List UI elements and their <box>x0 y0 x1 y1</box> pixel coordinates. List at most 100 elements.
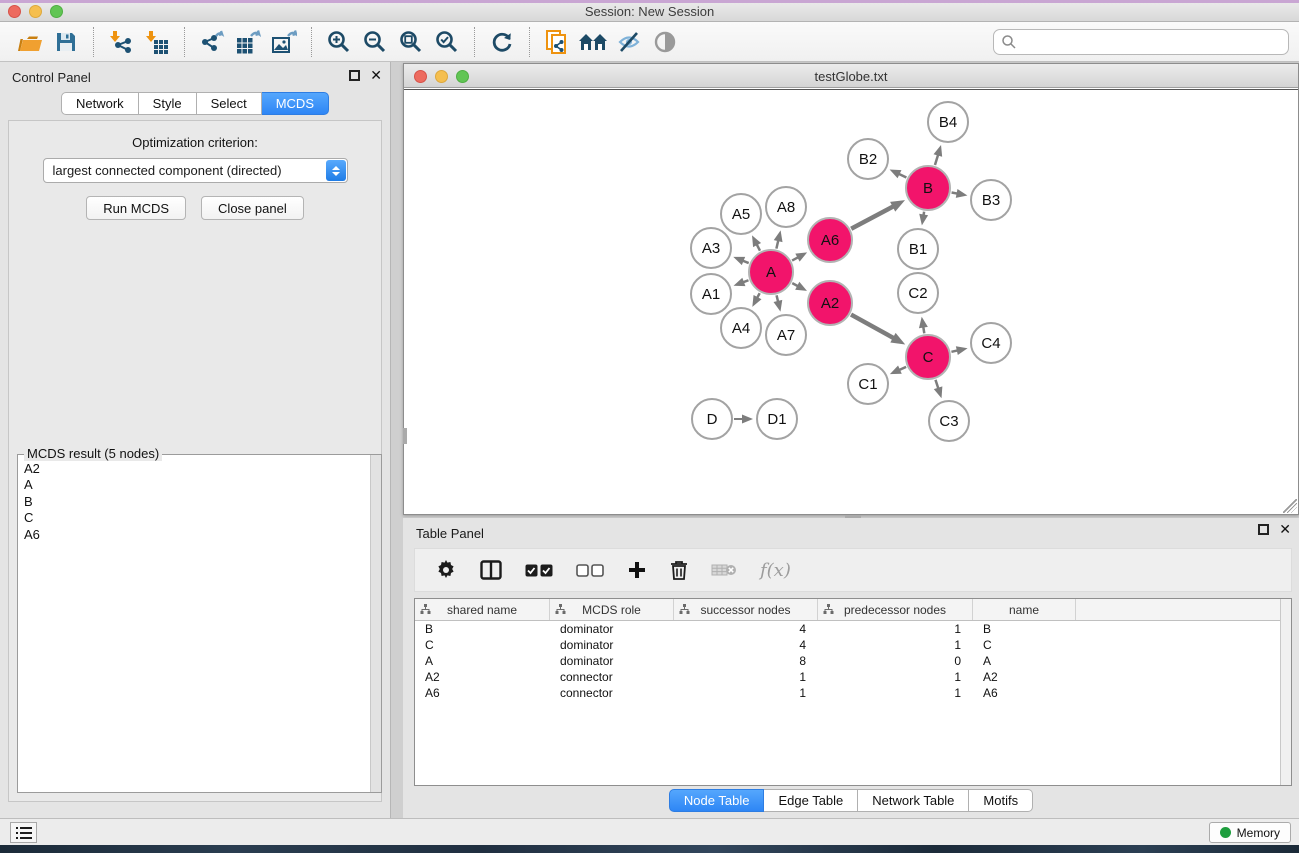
zoom-fit-icon[interactable] <box>393 26 429 58</box>
zoom-out-icon[interactable] <box>357 26 393 58</box>
main-toolbar <box>0 22 1299 62</box>
table-cell: 1 <box>674 685 818 701</box>
graph-node-B[interactable]: B <box>905 165 951 211</box>
control-panel-title: Control Panel <box>12 70 91 85</box>
graph-node-A8[interactable]: A8 <box>765 186 807 228</box>
result-item[interactable]: A2 <box>24 461 369 477</box>
zoom-in-icon[interactable] <box>321 26 357 58</box>
graph-node-A7[interactable]: A7 <box>765 314 807 356</box>
select-all-icon[interactable] <box>525 555 553 585</box>
table-row[interactable]: A6connector11A6 <box>415 685 1291 701</box>
desktop-background-strip <box>0 845 1299 853</box>
control-panel-tabs: NetworkStyleSelectMCDS <box>0 92 390 115</box>
table-row[interactable]: Cdominator41C <box>415 637 1291 653</box>
add-column-icon[interactable] <box>627 555 647 585</box>
table-row[interactable]: Adominator80A <box>415 653 1291 669</box>
graph-node-B4[interactable]: B4 <box>927 101 969 143</box>
function-builder-icon[interactable]: f(x) <box>760 555 791 585</box>
home-icon[interactable] <box>575 26 611 58</box>
column-header-name[interactable]: name <box>973 599 1076 620</box>
table-row[interactable]: A2connector11A2 <box>415 669 1291 685</box>
hide-details-icon[interactable] <box>611 26 647 58</box>
graph-node-A5[interactable]: A5 <box>720 193 762 235</box>
tab-style[interactable]: Style <box>139 92 197 115</box>
table-cell: dominator <box>550 637 674 653</box>
result-item[interactable]: A6 <box>24 527 369 543</box>
application-window: Session: New Session <box>0 0 1299 853</box>
graph-node-C1[interactable]: C1 <box>847 363 889 405</box>
delete-table-icon[interactable] <box>711 555 737 585</box>
tab-mcds[interactable]: MCDS <box>262 92 329 115</box>
criterion-select[interactable]: largest connected component (directed) <box>43 158 348 183</box>
result-item[interactable]: A <box>24 477 369 493</box>
select-stepper-icon <box>326 160 346 181</box>
export-image-icon[interactable] <box>266 26 302 58</box>
export-table-icon[interactable] <box>230 26 266 58</box>
result-item[interactable]: C <box>24 510 369 526</box>
refresh-icon[interactable] <box>484 26 520 58</box>
eye-icon[interactable] <box>647 26 683 58</box>
network-view-window: testGlobe.txt B4 B2 B B3 A5A8A6 A3 B1 A C2 A1 A2 A4… <box>403 63 1299 515</box>
table-row[interactable]: Bdominator41B <box>415 621 1291 637</box>
table-tab-network-table[interactable]: Network Table <box>858 789 969 812</box>
export-network-icon[interactable] <box>194 26 230 58</box>
toolbar-separator <box>93 27 94 57</box>
graph-node-C3[interactable]: C3 <box>928 400 970 442</box>
network-window-titlebar[interactable]: testGlobe.txt <box>404 64 1298 88</box>
open-session-icon[interactable] <box>12 26 48 58</box>
graph-node-C4[interactable]: C4 <box>970 322 1012 364</box>
close-panel-button[interactable]: Close panel <box>201 196 304 220</box>
network-canvas[interactable]: B4 B2 B B3 A5A8A6 A3 B1 A C2 A1 A2 A4A7 C4 C C1 C3 D D1 <box>404 89 1298 514</box>
graph-node-A4[interactable]: A4 <box>720 307 762 349</box>
graph-node-A1[interactable]: A1 <box>690 273 732 315</box>
graph-node-D[interactable]: D <box>691 398 733 440</box>
graph-node-B2[interactable]: B2 <box>847 138 889 180</box>
graph-node-A3[interactable]: A3 <box>690 227 732 269</box>
graph-node-A[interactable]: A <box>748 249 794 295</box>
table-tab-node-table[interactable]: Node Table <box>669 789 765 812</box>
save-session-icon[interactable] <box>48 26 84 58</box>
table-tabs: Node TableEdge TableNetwork TableMotifs <box>403 789 1299 812</box>
graph-node-A6[interactable]: A6 <box>807 217 853 263</box>
graph-node-C2[interactable]: C2 <box>897 272 939 314</box>
import-network-icon[interactable] <box>103 26 139 58</box>
column-header-predecessor-nodes[interactable]: predecessor nodes <box>818 599 973 620</box>
memory-button[interactable]: Memory <box>1209 822 1291 843</box>
graph-node-B1[interactable]: B1 <box>897 228 939 270</box>
vertical-scroll-mark[interactable] <box>403 428 407 444</box>
task-history-button[interactable] <box>10 822 37 843</box>
table-body: Bdominator41BCdominator41CAdominator80AA… <box>415 621 1291 701</box>
graph-node-A2[interactable]: A2 <box>807 280 853 326</box>
window-resize-grip[interactable] <box>1283 499 1297 513</box>
zoom-selected-icon[interactable] <box>429 26 465 58</box>
result-scrollbar[interactable] <box>370 455 381 792</box>
table-cell: 1 <box>818 637 973 653</box>
graph-node-C[interactable]: C <box>905 334 951 380</box>
result-item[interactable]: B <box>24 494 369 510</box>
split-columns-icon[interactable] <box>480 555 502 585</box>
tab-select[interactable]: Select <box>197 92 262 115</box>
mcds-result-list: A2ABCA6 <box>19 461 369 791</box>
graph-node-D1[interactable]: D1 <box>756 398 798 440</box>
search-icon <box>1001 34 1017 50</box>
import-table-icon[interactable] <box>139 26 175 58</box>
float-table-panel-icon[interactable] <box>1258 524 1269 535</box>
close-panel-icon[interactable]: ✕ <box>370 70 382 81</box>
table-settings-icon[interactable] <box>435 555 457 585</box>
toolbar-separator <box>184 27 185 57</box>
deselect-all-icon[interactable] <box>576 555 604 585</box>
tab-network[interactable]: Network <box>61 92 139 115</box>
duplicate-network-icon[interactable] <box>539 26 575 58</box>
table-tab-motifs[interactable]: Motifs <box>969 789 1033 812</box>
delete-column-icon[interactable] <box>670 555 688 585</box>
table-scrollbar[interactable] <box>1280 599 1291 785</box>
run-mcds-button[interactable]: Run MCDS <box>86 196 186 220</box>
column-header-shared-name[interactable]: shared name <box>415 599 550 620</box>
search-input[interactable] <box>1017 32 1288 52</box>
table-tab-edge-table[interactable]: Edge Table <box>764 789 858 812</box>
float-panel-icon[interactable] <box>349 70 360 81</box>
graph-node-B3[interactable]: B3 <box>970 179 1012 221</box>
column-header-successor-nodes[interactable]: successor nodes <box>674 599 818 620</box>
column-header-MCDS-role[interactable]: MCDS role <box>550 599 674 620</box>
close-table-panel-icon[interactable]: ✕ <box>1279 524 1291 535</box>
